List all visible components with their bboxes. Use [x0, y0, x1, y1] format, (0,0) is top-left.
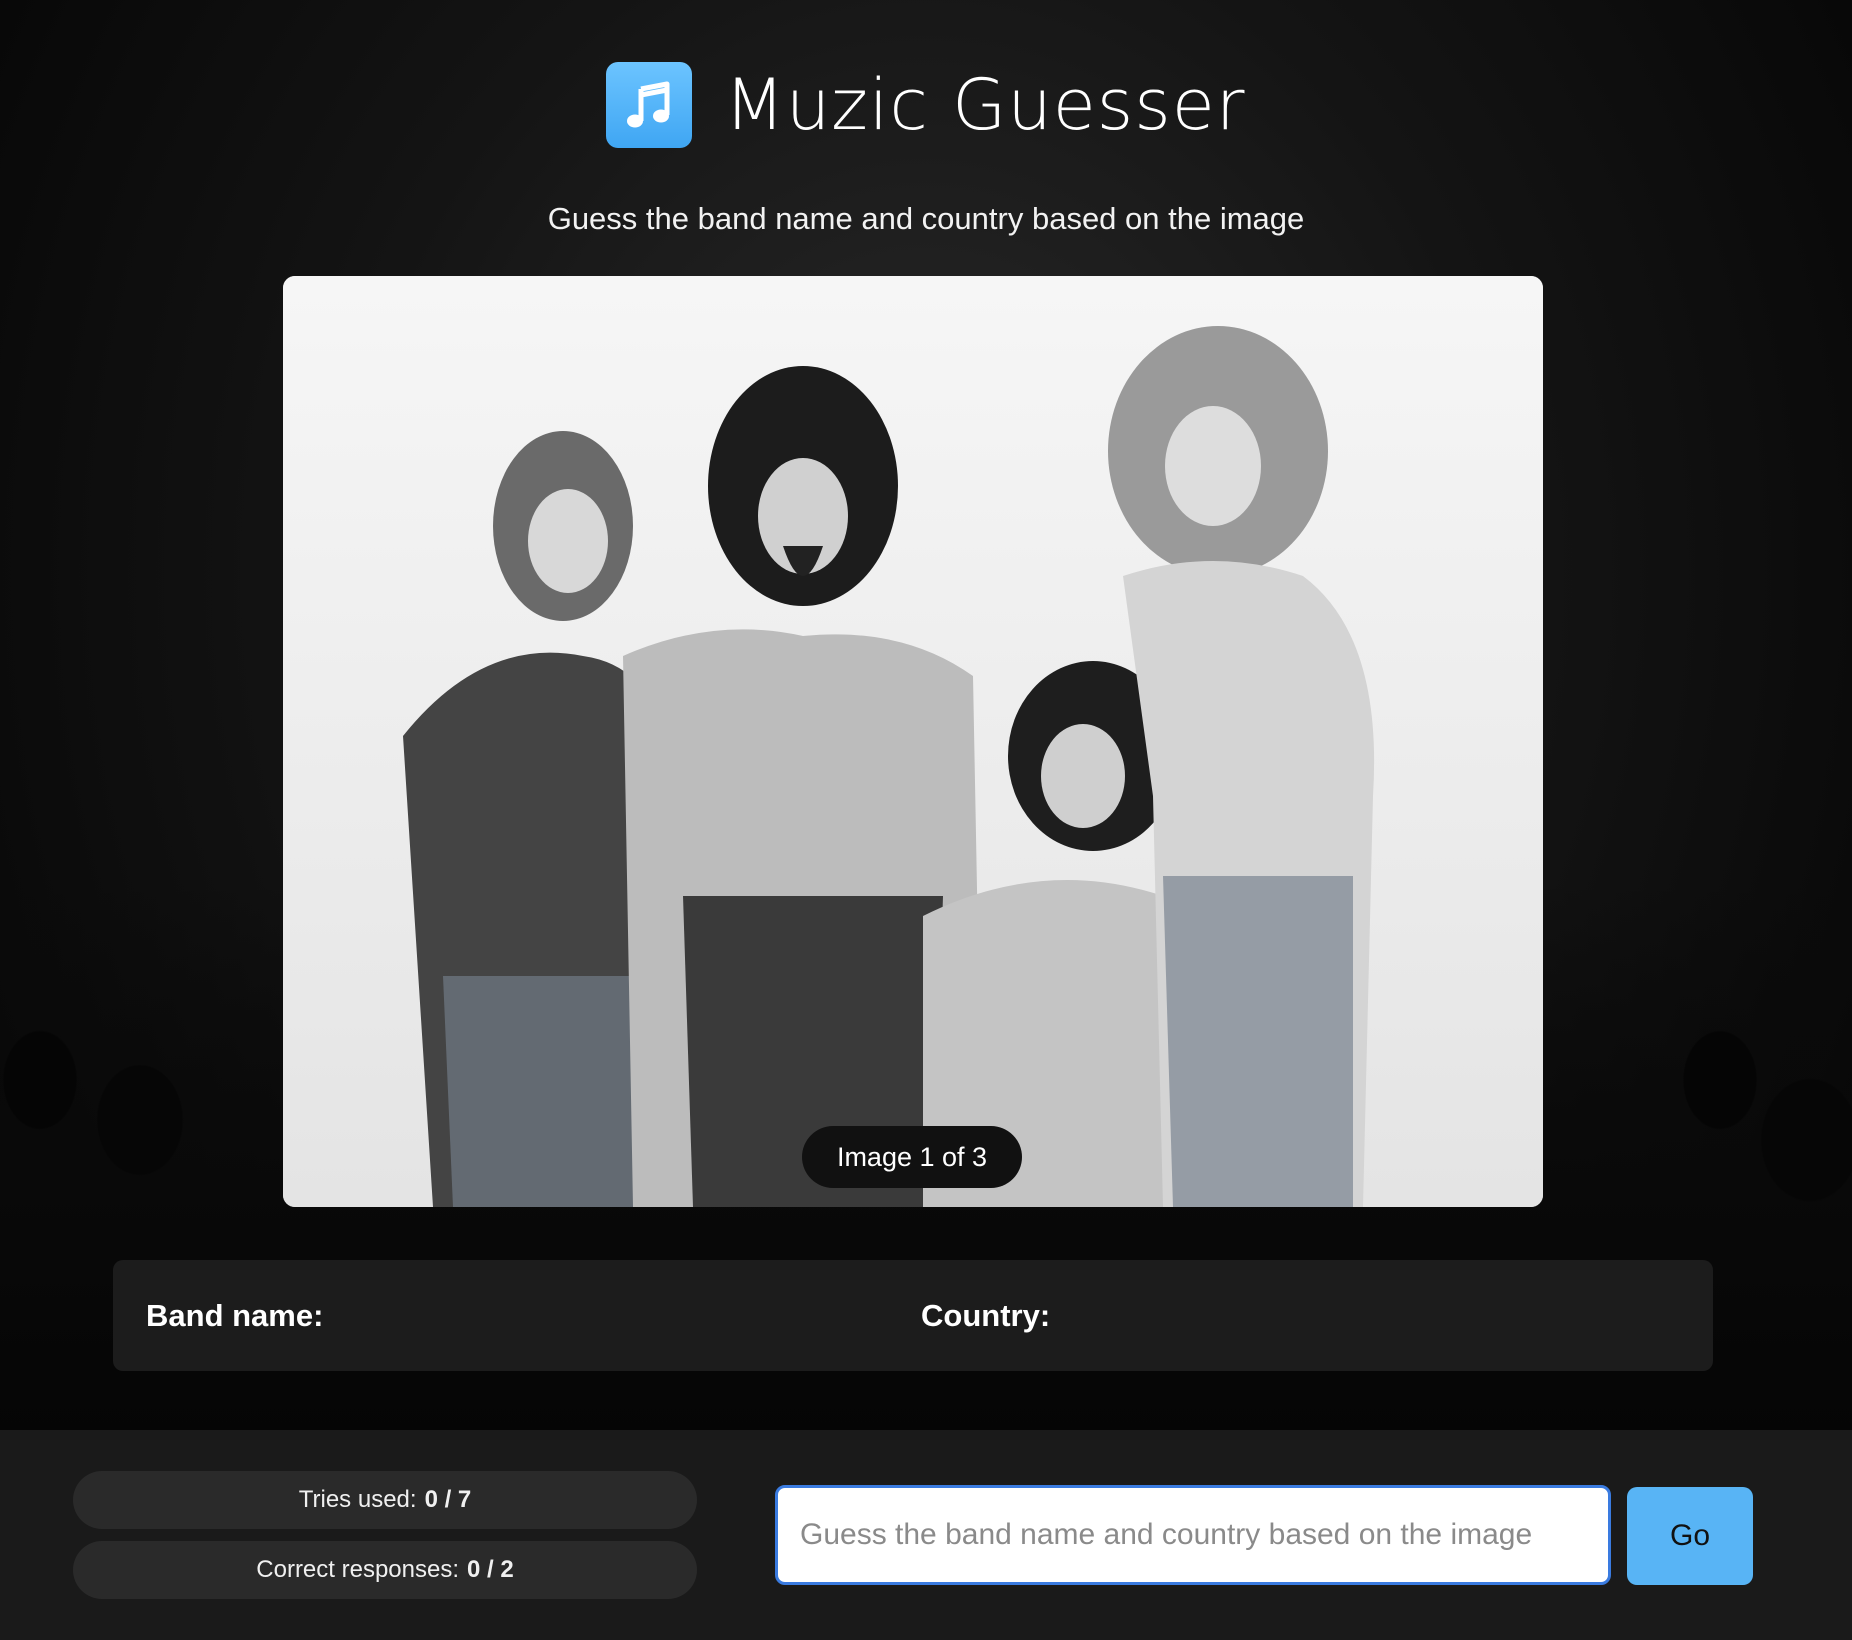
- guess-input[interactable]: [775, 1485, 1611, 1585]
- tries-used-label: Tries used:: [298, 1486, 417, 1513]
- correct-responses-value: 0 / 2: [467, 1556, 514, 1583]
- app-title: Muzic Guesser: [724, 64, 1246, 146]
- page: Muzic Guesser Guess the band name and co…: [0, 0, 1852, 1640]
- music-note-icon: [606, 62, 693, 148]
- tries-used-pill: Tries used: 0 / 7: [73, 1471, 697, 1529]
- band-image: [283, 276, 1543, 1207]
- tries-used-value: 0 / 7: [424, 1486, 472, 1513]
- correct-responses-pill: Correct responses: 0 / 2: [73, 1541, 697, 1599]
- band-name-label: Band name:: [146, 1298, 324, 1333]
- band-photo: [283, 276, 1543, 1207]
- instructions-subtitle: Guess the band name and country based on…: [547, 201, 1305, 236]
- correct-responses-label: Correct responses:: [256, 1556, 460, 1583]
- country-label: Country:: [921, 1298, 1051, 1333]
- answer-panel: Band name: Country:: [113, 1260, 1713, 1371]
- image-counter-badge: Image 1 of 3: [802, 1126, 1022, 1188]
- app-header: Muzic Guesser: [0, 62, 1852, 148]
- go-button[interactable]: Go: [1627, 1487, 1753, 1585]
